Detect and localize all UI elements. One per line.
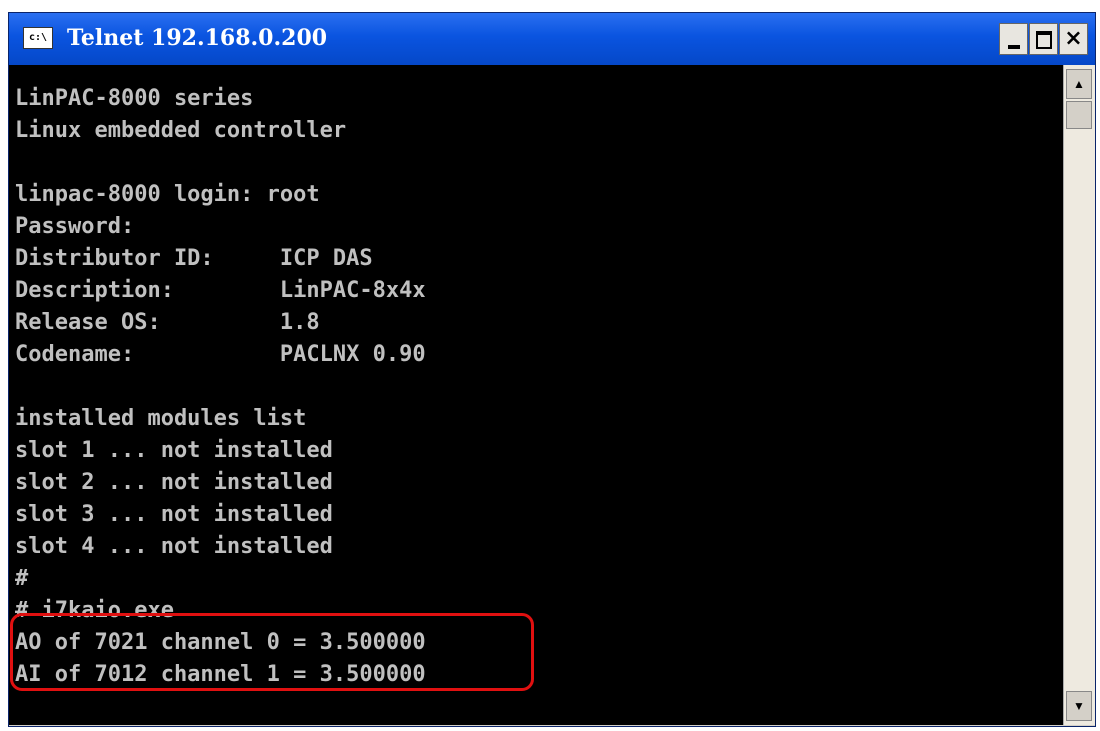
terminal-line: # — [15, 566, 29, 591]
minimize-button[interactable] — [999, 23, 1028, 55]
terminal-line: Release OS: 1.8 — [15, 310, 320, 335]
terminal-line: Linux embedded controller — [15, 118, 347, 143]
minimize-icon — [1008, 45, 1020, 49]
terminal-line: LinPAC-8000 series — [15, 86, 254, 111]
title-bar[interactable]: c:\ Telnet 192.168.0.200 × — [9, 13, 1095, 65]
terminal-line: slot 2 ... not installed — [15, 470, 333, 495]
scroll-up-icon[interactable]: ▲ — [1066, 69, 1092, 99]
close-button[interactable]: × — [1059, 23, 1088, 55]
console-app-icon[interactable]: c:\ — [23, 27, 53, 49]
output-highlight-annotation — [10, 613, 534, 691]
terminal-line: Password: — [15, 214, 135, 239]
terminal-line: Distributor ID: ICP DAS — [15, 246, 373, 271]
terminal-line: installed modules list — [15, 406, 307, 431]
terminal-line: linpac-8000 login: root — [15, 182, 320, 207]
terminal-line: Codename: PACLNX 0.90 — [15, 342, 426, 367]
terminal-line: slot 4 ... not installed — [15, 534, 333, 559]
scrollbar-thumb[interactable] — [1066, 101, 1092, 129]
window-title: Telnet 192.168.0.200 — [67, 25, 328, 51]
terminal-line: slot 3 ... not installed — [15, 502, 333, 527]
terminal-line: slot 1 ... not installed — [15, 438, 333, 463]
maximize-icon — [1036, 31, 1052, 49]
maximize-button[interactable] — [1029, 23, 1058, 55]
terminal-line: Description: LinPAC-8x4x — [15, 278, 426, 303]
scroll-down-icon[interactable]: ▼ — [1066, 691, 1092, 721]
vertical-scrollbar[interactable]: ▲ ▼ — [1063, 65, 1095, 725]
